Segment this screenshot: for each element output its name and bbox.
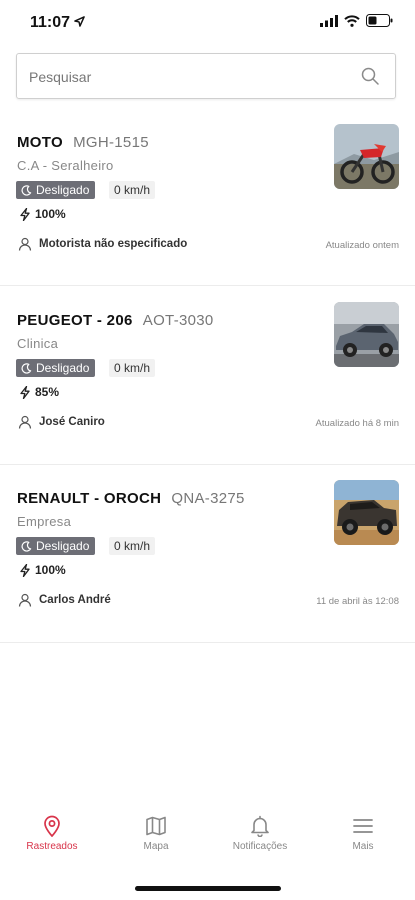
tab-notificacoes[interactable]: Notificações	[208, 815, 312, 852]
speed-badge: 0 km/h	[109, 359, 156, 377]
moon-icon	[21, 184, 32, 196]
vehicle-name: PEUGEOT - 206	[17, 312, 133, 329]
vehicle-group: Empresa	[17, 514, 72, 529]
driver-info: Carlos André	[18, 593, 111, 607]
tab-mapa[interactable]: Mapa	[104, 815, 208, 852]
user-icon	[18, 415, 32, 429]
vehicle-photo[interactable]	[334, 480, 399, 545]
status-label: Desligado	[36, 539, 90, 553]
vehicle-photo[interactable]	[334, 124, 399, 189]
user-icon	[18, 593, 32, 607]
search-input[interactable]	[27, 54, 351, 100]
vehicle-photo[interactable]	[334, 302, 399, 367]
driver-name: Carlos André	[39, 594, 111, 606]
status-time: 11:07	[30, 14, 71, 31]
vehicle-title: MOTO MGH-1515	[17, 134, 149, 151]
card-divider	[0, 642, 415, 643]
location-pin-icon	[44, 815, 60, 837]
battery-icon	[366, 14, 393, 27]
last-updated: Atualizado há 8 min	[315, 418, 399, 429]
battery-value: 85%	[35, 385, 60, 399]
battery-level: 100%	[20, 563, 66, 577]
menu-icon	[353, 819, 373, 833]
driver-info: Motorista não especificado	[18, 237, 187, 251]
tab-rastreados[interactable]: Rastreados	[0, 815, 104, 852]
speed-badge: 0 km/h	[109, 537, 156, 555]
vehicle-plate: MGH-1515	[73, 134, 149, 151]
driver-name: Motorista não especificado	[39, 238, 188, 250]
last-updated: Atualizado ontem	[325, 240, 399, 251]
lightning-icon	[20, 207, 30, 221]
map-icon	[146, 816, 166, 836]
driver-name: José Caniro	[39, 416, 105, 428]
vehicle-plate: AOT-3030	[142, 312, 214, 329]
speed-badge: 0 km/h	[109, 181, 156, 199]
user-icon	[18, 237, 32, 251]
status-label: Desligado	[36, 183, 90, 197]
vehicle-title: PEUGEOT - 206 AOT-3030	[17, 312, 214, 329]
search-icon[interactable]	[361, 67, 379, 85]
vehicle-plate: QNA-3275	[171, 490, 245, 507]
last-updated: 11 de abril às 12:08	[316, 596, 399, 607]
tab-label: Notificações	[232, 841, 288, 852]
tab-label: Rastreados	[26, 841, 78, 852]
home-indicator	[135, 886, 281, 891]
status-bar: 11:07	[0, 0, 415, 44]
signal-icon	[320, 14, 338, 27]
tab-mais[interactable]: Mais	[311, 815, 415, 852]
vehicle-name: MOTO	[17, 134, 63, 151]
lightning-icon	[20, 385, 30, 399]
status-badge: Desligado	[16, 359, 96, 377]
driver-info: José Caniro	[18, 415, 105, 429]
vehicle-group: C.A - Seralheiro	[17, 158, 114, 173]
tab-label: Mais	[352, 841, 374, 852]
vehicle-name: RENAULT - OROCH	[17, 490, 162, 507]
battery-level: 85%	[20, 385, 59, 399]
vehicle-title: RENAULT - OROCH QNA-3275	[17, 490, 245, 507]
bottom-tab-bar: Rastreados Mapa Notificações Mais	[0, 815, 415, 875]
tab-label: Mapa	[143, 841, 169, 852]
status-badge: Desligado	[16, 537, 96, 555]
card-divider	[0, 464, 415, 465]
moon-icon	[21, 540, 32, 552]
card-divider	[0, 285, 415, 286]
lightning-icon	[20, 563, 30, 577]
search-bar[interactable]	[16, 53, 396, 100]
battery-level: 100%	[20, 207, 66, 221]
vehicle-group: Clinica	[17, 336, 59, 351]
location-arrow-icon	[74, 16, 85, 27]
moon-icon	[21, 362, 32, 374]
battery-value: 100%	[35, 563, 66, 577]
bell-icon	[251, 815, 269, 837]
wifi-icon	[344, 14, 360, 27]
status-label: Desligado	[36, 361, 90, 375]
status-badge: Desligado	[16, 181, 96, 199]
battery-value: 100%	[35, 207, 66, 221]
